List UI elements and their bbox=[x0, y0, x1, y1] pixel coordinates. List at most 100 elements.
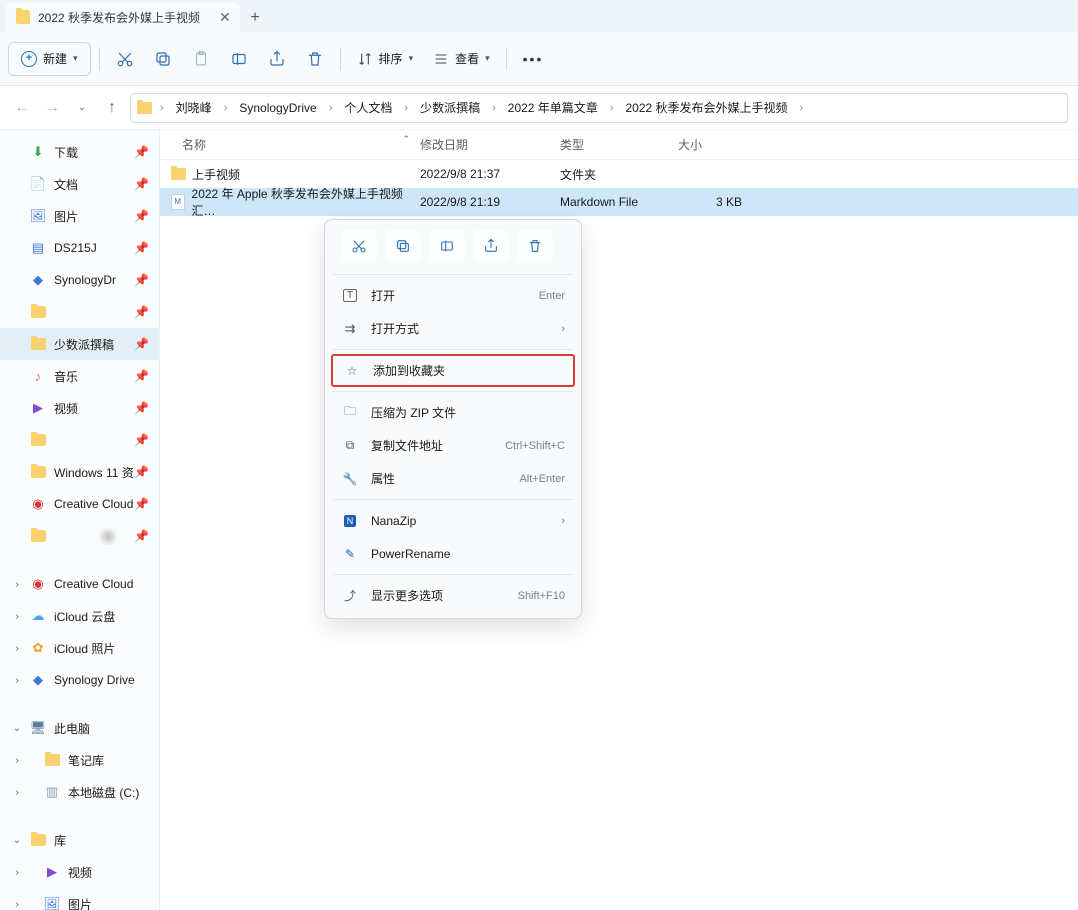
context-menu-item[interactable]: ⇉ 打开方式 › bbox=[331, 312, 575, 345]
active-tab[interactable]: 2022 秋季发布会外媒上手视频 ✕ bbox=[6, 2, 240, 32]
sidebar-item[interactable]: 📄 文档 📌 bbox=[0, 168, 159, 200]
sidebar-item[interactable]: 📌 bbox=[0, 296, 159, 328]
chevron-down-icon: ▾ bbox=[73, 53, 78, 64]
context-menu-item[interactable]: ⤴ 显示更多选项 Shift+F10 bbox=[331, 579, 575, 612]
forward-button[interactable]: → bbox=[40, 93, 64, 123]
chevron-right-icon[interactable]: › bbox=[10, 643, 24, 654]
chevron-down-icon[interactable]: ⌄ bbox=[10, 723, 24, 734]
pin-icon: 📌 bbox=[134, 209, 149, 223]
chevron-right-icon[interactable]: › bbox=[10, 867, 24, 878]
share-button[interactable] bbox=[260, 41, 294, 77]
context-menu-item[interactable]: 🗀 压缩为 ZIP 文件 bbox=[331, 396, 575, 429]
chevron-right-icon[interactable]: › bbox=[10, 899, 24, 910]
chevron-right-icon[interactable]: › bbox=[10, 787, 24, 798]
sidebar-label: Synology Drive bbox=[54, 673, 159, 687]
sidebar-group[interactable]: › ◉ Creative Cloud bbox=[0, 568, 159, 600]
separator bbox=[333, 349, 573, 350]
new-button[interactable]: + 新建 ▾ bbox=[8, 42, 91, 76]
breadcrumb-item[interactable]: 少数派撰稿 bbox=[416, 96, 484, 119]
column-header-name[interactable]: 名称⌃ bbox=[160, 136, 420, 153]
chevron-down-icon: ▾ bbox=[485, 53, 490, 64]
cc-icon: ◉ bbox=[30, 496, 46, 512]
sort-button[interactable]: 排序 ▾ bbox=[349, 41, 422, 77]
chevron-right-icon[interactable]: › bbox=[10, 755, 24, 766]
column-header-size[interactable]: 大小 bbox=[678, 136, 758, 153]
file-row[interactable]: M2022 年 Apple 秋季发布会外媒上手视频汇… 2022/9/8 21:… bbox=[160, 188, 1078, 216]
menu-label: 显示更多选项 bbox=[371, 587, 506, 604]
paste-button[interactable] bbox=[184, 41, 218, 77]
sidebar-item[interactable]: 📌 bbox=[0, 424, 159, 456]
cut-button[interactable] bbox=[341, 230, 377, 262]
more-button[interactable]: ••• bbox=[515, 41, 552, 77]
up-button[interactable]: ↑ bbox=[100, 93, 124, 123]
cut-button[interactable] bbox=[108, 41, 142, 77]
pin-icon: 📌 bbox=[134, 433, 149, 447]
context-menu-item[interactable]: ✎ PowerRename bbox=[331, 537, 575, 570]
sidebar-item[interactable]: ◉ Creative Cloud 📌 bbox=[0, 488, 159, 520]
music-icon: ♪ bbox=[30, 368, 46, 384]
file-row[interactable]: 上手视频 2022/9/8 21:37 文件夹 bbox=[160, 160, 1078, 188]
sidebar-item[interactable]: 🖼 图片 📌 bbox=[0, 200, 159, 232]
folder-icon bbox=[30, 464, 46, 480]
back-button[interactable]: ← bbox=[10, 93, 34, 123]
new-tab-button[interactable]: + bbox=[240, 4, 270, 32]
sidebar-item[interactable]: › ▶ 视频 bbox=[0, 856, 159, 888]
context-menu-item[interactable]: ☆ 添加到收藏夹 bbox=[331, 354, 575, 387]
file-name: 上手视频 bbox=[192, 166, 240, 183]
view-button[interactable]: 查看 ▾ bbox=[425, 41, 498, 77]
share-button[interactable] bbox=[473, 230, 509, 262]
sidebar-item[interactable]: Windows 11 资 📌 bbox=[0, 456, 159, 488]
sidebar-group[interactable]: › ✿ iCloud 照片 bbox=[0, 632, 159, 664]
sidebar-item[interactable]: ♪ 音乐 📌 bbox=[0, 360, 159, 392]
sidebar-label: iCloud 云盘 bbox=[54, 608, 159, 625]
chevron-right-icon: › bbox=[796, 102, 808, 114]
sidebar-item[interactable]: 接 📌 bbox=[0, 520, 159, 552]
context-menu-item[interactable]: 🔧 属性 Alt+Enter bbox=[331, 462, 575, 495]
rename-button[interactable] bbox=[222, 41, 256, 77]
sidebar-item[interactable]: ▶ 视频 📌 bbox=[0, 392, 159, 424]
sidebar-library[interactable]: ⌄ 库 bbox=[0, 824, 159, 856]
sidebar-item[interactable]: ▤ DS215J 📌 bbox=[0, 232, 159, 264]
copy-button[interactable] bbox=[146, 41, 180, 77]
context-menu: T 打开 Enter ⇉ 打开方式 › ☆ 添加到收藏夹 🗀 压缩为 ZIP 文… bbox=[324, 219, 582, 619]
column-header-date[interactable]: 修改日期 bbox=[420, 136, 560, 153]
chevron-right-icon[interactable]: › bbox=[10, 675, 24, 686]
video-icon: ▶ bbox=[44, 864, 60, 880]
sidebar-item[interactable]: ◆ SynologyDr 📌 bbox=[0, 264, 159, 296]
menu-label: 复制文件地址 bbox=[371, 437, 493, 454]
sidebar-item[interactable]: › 🖼 图片 bbox=[0, 888, 159, 910]
sidebar-item[interactable]: › ▥ 本地磁盘 (C:) bbox=[0, 776, 159, 808]
sidebar-item[interactable]: ⬇ 下载 📌 bbox=[0, 136, 159, 168]
pic-icon: 🖼 bbox=[44, 896, 60, 910]
sidebar-item[interactable]: 少数派撰稿 📌 bbox=[0, 328, 159, 360]
sidebar: ⬇ 下载 📌 📄 文档 📌 🖼 图片 📌 ▤ DS215J 📌 ◆ Synolo… bbox=[0, 130, 160, 910]
copy-button[interactable] bbox=[385, 230, 421, 262]
context-menu-item[interactable]: N NanaZip › bbox=[331, 504, 575, 537]
sidebar-group[interactable]: › ◆ Synology Drive bbox=[0, 664, 159, 696]
breadcrumb-item[interactable]: SynologyDrive bbox=[235, 98, 320, 118]
sidebar-item[interactable]: › 笔记库 bbox=[0, 744, 159, 776]
breadcrumb-item[interactable]: 2022 年单篇文章 bbox=[504, 96, 602, 119]
sidebar-thispc[interactable]: ⌄ 🖥 此电脑 bbox=[0, 712, 159, 744]
delete-button[interactable] bbox=[298, 41, 332, 77]
breadcrumb-item[interactable]: 2022 秋季发布会外媒上手视频 bbox=[621, 96, 791, 119]
rename-button[interactable] bbox=[429, 230, 465, 262]
column-header-row: 名称⌃ 修改日期 类型 大小 bbox=[160, 130, 1078, 160]
sidebar-group[interactable]: › ☁ iCloud 云盘 bbox=[0, 600, 159, 632]
shortcut: Shift+F10 bbox=[518, 590, 565, 602]
folder-icon bbox=[170, 166, 186, 182]
chevron-right-icon[interactable]: › bbox=[10, 579, 24, 590]
breadcrumb-item[interactable]: 个人文档 bbox=[340, 96, 396, 119]
context-menu-item[interactable]: T 打开 Enter bbox=[331, 279, 575, 312]
separator bbox=[333, 574, 573, 575]
context-menu-item[interactable]: ⧉ 复制文件地址 Ctrl+Shift+C bbox=[331, 429, 575, 462]
pic-icon: 🖼 bbox=[30, 208, 46, 224]
chevron-right-icon[interactable]: › bbox=[10, 611, 24, 622]
close-tab-button[interactable]: ✕ bbox=[216, 9, 230, 25]
chevron-down-icon[interactable]: ⌄ bbox=[10, 835, 24, 846]
breadcrumb[interactable]: › 刘晓峰 › SynologyDrive › 个人文档 › 少数派撰稿 › 2… bbox=[130, 93, 1068, 123]
recent-dropdown[interactable]: ⌄ bbox=[70, 93, 94, 123]
breadcrumb-item[interactable]: 刘晓峰 bbox=[172, 96, 216, 119]
column-header-type[interactable]: 类型 bbox=[560, 136, 678, 153]
delete-button[interactable] bbox=[517, 230, 553, 262]
